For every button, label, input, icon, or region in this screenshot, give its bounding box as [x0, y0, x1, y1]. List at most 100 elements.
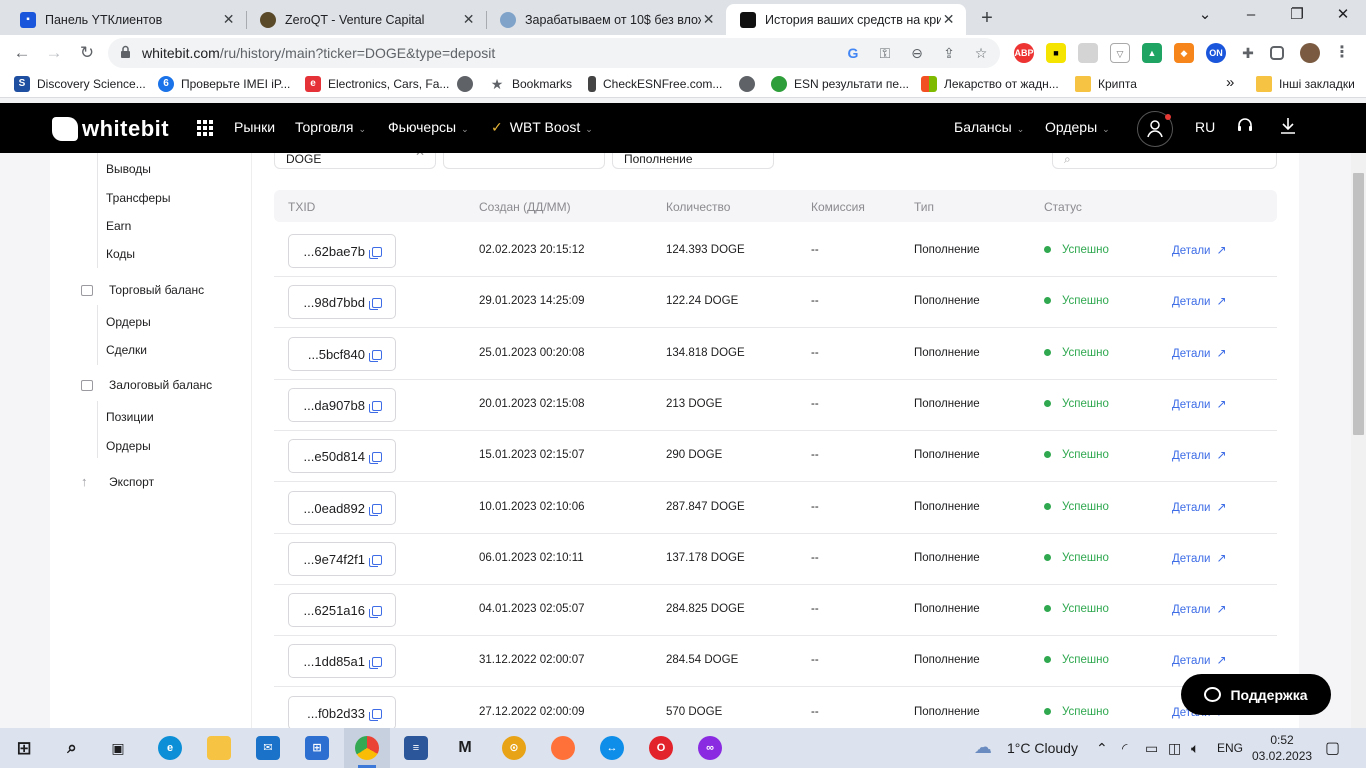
browser-tab-earn[interactable]: Зарабатываем от 10$ без влож ✕ — [486, 4, 726, 35]
bookmark-item[interactable] — [739, 76, 762, 92]
maximize-icon[interactable]: ❐ — [1274, 4, 1320, 26]
close-window-icon[interactable]: ✕ — [1320, 4, 1366, 26]
bookmark-item[interactable]: ★ Bookmarks — [489, 76, 572, 92]
details-link[interactable]: Детали↗ — [1172, 294, 1227, 308]
details-link[interactable]: Детали↗ — [1172, 653, 1227, 667]
bookmark-folder[interactable]: Крипта — [1075, 76, 1137, 92]
meet-icon[interactable]: ◫ — [1168, 740, 1181, 757]
teamviewer-icon[interactable]: ↔ — [600, 736, 624, 760]
details-link[interactable]: Детали↗ — [1172, 551, 1227, 565]
adblock-icon[interactable]: ABP — [1014, 43, 1034, 63]
search-icon[interactable]: ⌕ — [60, 736, 84, 760]
txid-copy-button[interactable]: ...9e74f2f1 — [288, 541, 396, 576]
task-view-icon[interactable]: ▣ — [106, 736, 130, 760]
nav-balances[interactable]: Балансы ⌄ — [954, 119, 1024, 135]
other-bookmarks-folder[interactable]: Інші закладки — [1256, 76, 1355, 92]
ticker-filter[interactable]: DOGE ✕ — [274, 153, 436, 169]
date-filter[interactable] — [443, 153, 605, 169]
bookmark-item[interactable]: Лекарство от жадн... — [921, 76, 1059, 92]
sidebar-section-collateral-balance[interactable]: Залоговый баланс — [81, 378, 212, 392]
copy-icon[interactable] — [369, 606, 382, 619]
txid-copy-button[interactable]: ...1dd85a1 — [288, 644, 396, 679]
new-tab-button[interactable]: + — [976, 7, 998, 30]
bookmark-star-icon[interactable]: ☆ — [972, 44, 990, 62]
txid-copy-button[interactable]: ...5bcf840 — [288, 336, 396, 371]
notepad-icon[interactable]: ≡ — [404, 736, 428, 760]
sidebar-item-export[interactable]: ↑ Экспорт — [81, 474, 154, 489]
extension-icon[interactable]: ■ — [1046, 43, 1066, 63]
google-drive-icon[interactable]: ▲ — [1142, 43, 1162, 63]
chrome-icon[interactable] — [355, 736, 379, 760]
side-panel-icon[interactable] — [1270, 46, 1284, 60]
opera-icon[interactable]: O — [649, 736, 673, 760]
notifications-icon[interactable]: ▢ — [1325, 738, 1340, 758]
volume-icon[interactable]: 🔈︎ — [1191, 740, 1199, 757]
user-account-button[interactable] — [1137, 111, 1173, 147]
txid-copy-button[interactable]: ...0ead892 — [288, 490, 396, 525]
column-header-txid[interactable]: TXID — [288, 200, 315, 214]
forward-icon[interactable]: → — [42, 41, 66, 65]
copy-icon[interactable] — [369, 298, 382, 311]
zoom-icon[interactable]: ⊖ — [908, 44, 926, 62]
copy-icon[interactable] — [369, 349, 382, 362]
wifi-icon[interactable]: ◜ — [1122, 740, 1127, 757]
column-header-type[interactable]: Тип — [914, 200, 934, 214]
column-header-fee[interactable]: Комиссия — [811, 200, 865, 214]
reload-icon[interactable]: ↻ — [75, 41, 99, 65]
column-header-status[interactable]: Статус — [1044, 200, 1082, 214]
sidebar-item-positions[interactable]: Позиции — [106, 410, 154, 424]
close-tab-icon[interactable]: ✕ — [461, 11, 476, 28]
sidebar-item-earn[interactable]: Earn — [106, 219, 131, 233]
txid-copy-button[interactable]: ...62bae7b — [288, 234, 396, 268]
sidebar-item-collateral-orders[interactable]: Ордеры — [106, 439, 151, 453]
column-header-amount[interactable]: Количество — [666, 200, 730, 214]
key-icon[interactable]: ⚿ — [876, 44, 894, 62]
browser-tab-zeroqt[interactable]: ZeroQT - Venture Capital ✕ — [246, 4, 486, 35]
txid-copy-button[interactable]: ...da907b8 — [288, 387, 396, 422]
details-link[interactable]: Детали↗ — [1172, 602, 1227, 616]
sidebar-section-trade-balance[interactable]: Торговый баланс — [81, 283, 204, 297]
bookmark-item[interactable] — [457, 76, 480, 92]
nav-futures[interactable]: Фьючерсы ⌄ — [388, 119, 469, 135]
browser-tab-whitebit-history[interactable]: История ваших средств на кри ✕ — [726, 4, 966, 35]
whitebit-logo[interactable]: whitebit — [52, 116, 169, 142]
vpn-app-icon[interactable]: ∞ — [698, 736, 722, 760]
copy-icon[interactable] — [369, 452, 382, 465]
back-icon[interactable]: ← — [10, 41, 34, 65]
nav-wbt-boost[interactable]: ✓ WBT Boost ⌄ — [491, 119, 593, 136]
details-link[interactable]: Детали↗ — [1172, 500, 1227, 514]
sidebar-item-withdrawals[interactable]: Выводы — [106, 162, 151, 176]
nav-trade[interactable]: Торговля ⌄ — [295, 119, 366, 135]
windows-start-icon[interactable]: ⊞ — [12, 736, 36, 760]
firefox-icon[interactable] — [551, 736, 575, 760]
close-tab-icon[interactable]: ✕ — [941, 11, 956, 28]
browser-tab-ytclients[interactable]: ▪ Панель YTКлиентов ✕ — [6, 4, 246, 35]
bookmark-item[interactable]: S Discovery Science... — [14, 76, 146, 92]
share-icon[interactable]: ⇪ — [940, 44, 958, 62]
bookmark-item[interactable]: 6 Проверьте IMEI iP... — [158, 76, 290, 92]
copy-icon[interactable] — [369, 247, 382, 259]
txid-copy-button[interactable]: ...e50d814 — [288, 439, 396, 474]
txid-copy-button[interactable]: ...6251a16 — [288, 593, 396, 628]
brave-shield-icon[interactable]: ⊙ — [502, 736, 526, 760]
url-text[interactable]: whitebit.com/ru/history/main?ticker=DOGE… — [142, 45, 495, 61]
copy-icon[interactable] — [369, 400, 382, 413]
support-chat-button[interactable]: Поддержка — [1181, 674, 1331, 715]
shield-icon[interactable]: ▽ — [1110, 43, 1130, 63]
weather-status[interactable]: 1°C Cloudy — [1007, 740, 1078, 756]
language-switcher[interactable]: RU — [1195, 119, 1215, 135]
copy-icon[interactable] — [369, 708, 382, 721]
headset-support-icon[interactable] — [1236, 117, 1254, 140]
menu-kebab-icon[interactable]: ⋮ — [1332, 43, 1352, 63]
details-link[interactable]: Детали↗ — [1172, 346, 1227, 360]
minimize-icon[interactable]: – — [1228, 4, 1274, 26]
sidebar-item-codes[interactable]: Коды — [106, 247, 135, 261]
battery-icon[interactable]: ▭ — [1145, 740, 1158, 757]
bookmark-item[interactable]: e Electronics, Cars, Fa... — [305, 76, 449, 92]
search-transaction-input[interactable]: ⌕ — [1052, 153, 1277, 169]
mail-icon[interactable]: ✉ — [256, 736, 280, 760]
sidebar-item-trade-orders[interactable]: Ордеры — [106, 315, 151, 329]
scrollbar-thumb[interactable] — [1353, 173, 1364, 435]
sidebar-item-trades[interactable]: Сделки — [106, 343, 147, 357]
copy-icon[interactable] — [369, 554, 382, 567]
